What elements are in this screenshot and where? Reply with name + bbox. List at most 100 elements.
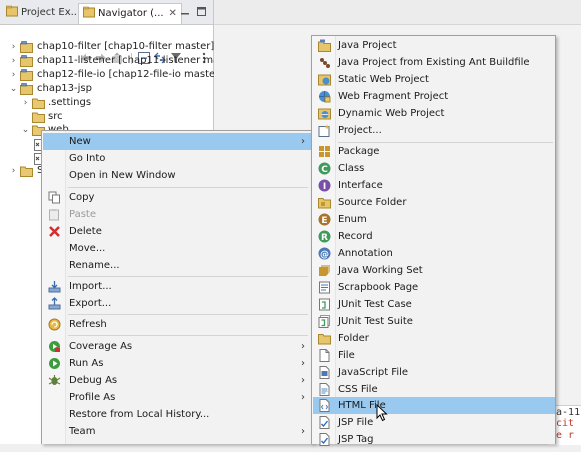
menu-item-delete[interactable]: Delete: [43, 223, 312, 240]
chevron-right-icon[interactable]: ›: [9, 40, 18, 54]
tab-project-explorer[interactable]: Project Ex...: [2, 3, 84, 24]
interface-icon: I: [318, 179, 331, 192]
jsp-tag-icon: [318, 433, 331, 446]
package-icon: [318, 145, 331, 158]
submenu-item-html-file[interactable]: HTML File: [313, 397, 555, 414]
menu-item-paste[interactable]: Paste: [43, 206, 312, 223]
menu-item-label: Debug As: [69, 375, 118, 386]
submenu-item-project[interactable]: Project...: [313, 122, 555, 139]
menu-item-label: Dynamic Web Project: [338, 108, 445, 119]
menu-item-rename[interactable]: Rename...: [43, 257, 312, 274]
menu-item-label: Record: [338, 231, 373, 242]
submenu-item-junit-test-suite[interactable]: JUnit Test Suite: [313, 313, 555, 330]
menu-item-label: JavaScript File: [338, 367, 409, 378]
junit-test-suite-icon: [318, 315, 331, 328]
menu-item-label: Folder: [338, 333, 369, 344]
menu-item-new[interactable]: New ›: [43, 133, 312, 150]
chevron-right-icon[interactable]: ›: [9, 68, 18, 82]
coverage-icon: [48, 340, 61, 353]
menu-item-label: Coverage As: [69, 341, 133, 352]
menu-item-coverage-as[interactable]: Coverage As ›: [43, 338, 312, 355]
submenu-item-file[interactable]: File: [313, 347, 555, 364]
menu-item-restore-from-local-history[interactable]: Restore from Local History...: [43, 406, 312, 423]
folder-icon: [318, 332, 331, 345]
svg-text:I: I: [323, 182, 326, 192]
menu-separator: [68, 314, 308, 315]
chevron-right-icon[interactable]: ›: [9, 54, 18, 68]
submenu-item-annotation[interactable]: @ Annotation: [313, 245, 555, 262]
submenu-item-jsp-tag[interactable]: JSP Tag: [313, 431, 555, 448]
maximize-icon[interactable]: [197, 7, 206, 16]
submenu-item-css-file[interactable]: CSS File: [313, 381, 555, 398]
submenu-item-enum[interactable]: E Enum: [313, 211, 555, 228]
tree-item-label: .settings: [48, 97, 92, 108]
web-fragment-icon: [318, 90, 331, 103]
submenu-item-jsp-file[interactable]: JSP File: [313, 414, 555, 431]
menu-item-label: Web Fragment Project: [338, 91, 449, 102]
menu-item-label: File: [338, 350, 355, 361]
svg-text:E: E: [321, 216, 327, 226]
source-folder-icon: [318, 196, 331, 209]
submenu-item-java-project-from-ant[interactable]: Java Project from Existing Ant Buildfile: [313, 54, 555, 71]
menu-item-run-as[interactable]: Run As ›: [43, 355, 312, 372]
menu-item-team[interactable]: Team ›: [43, 423, 312, 440]
junit-test-case-icon: [318, 298, 331, 311]
project-folder-icon: [20, 83, 33, 95]
submenu-item-java-working-set[interactable]: Java Working Set: [313, 262, 555, 279]
submenu-item-class[interactable]: C Class: [313, 160, 555, 177]
chevron-right-icon: ›: [301, 426, 305, 437]
chevron-right-icon[interactable]: ›: [9, 164, 18, 178]
menu-item-label: Team: [69, 426, 96, 437]
submenu-item-source-folder[interactable]: Source Folder: [313, 194, 555, 211]
menu-item-label: Profile As: [69, 392, 116, 403]
menu-item-open-in-new-window[interactable]: Open in New Window: [43, 167, 312, 184]
chevron-right-icon: ›: [301, 136, 305, 147]
menu-item-debug-as[interactable]: Debug As ›: [43, 372, 312, 389]
menu-item-export[interactable]: Export...: [43, 295, 312, 312]
class-icon: C: [318, 162, 331, 175]
menu-item-label: JUnit Test Suite: [338, 316, 413, 327]
menu-item-import[interactable]: Import...: [43, 278, 312, 295]
menu-item-copy[interactable]: Copy: [43, 189, 312, 206]
menu-item-refresh[interactable]: Refresh: [43, 316, 312, 333]
submenu-item-package[interactable]: Package: [313, 143, 555, 160]
delete-icon: [48, 225, 61, 238]
static-web-project-icon: [318, 73, 331, 86]
minimize-icon[interactable]: [181, 7, 190, 16]
submenu-item-junit-test-case[interactable]: JUnit Test Case: [313, 296, 555, 313]
javascript-file-icon: [318, 366, 331, 379]
scrapbook-icon: [318, 281, 331, 294]
submenu-item-static-web-project[interactable]: Static Web Project: [313, 71, 555, 88]
menu-item-label: Source Folder: [338, 197, 407, 208]
tree-item-label: chap12-file-io [chap12-file-io master]: [37, 69, 224, 80]
submenu-item-interface[interactable]: I Interface: [313, 177, 555, 194]
menu-item-label: JSP Tag: [338, 434, 374, 445]
submenu-item-javascript-file[interactable]: JavaScript File: [313, 364, 555, 381]
close-icon[interactable]: ✕: [169, 8, 177, 19]
menu-item-label: Export...: [69, 298, 112, 309]
menu-item-go-into[interactable]: Go Into: [43, 150, 312, 167]
menu-item-label: Class: [338, 163, 365, 174]
submenu-item-dynamic-web-project[interactable]: Dynamic Web Project: [313, 105, 555, 122]
svg-text:@: @: [320, 250, 329, 260]
html-file-icon: [318, 399, 331, 412]
menu-separator: [68, 276, 308, 277]
chevron-right-icon[interactable]: ›: [21, 96, 30, 110]
svg-text:C: C: [321, 165, 328, 175]
submenu-item-record[interactable]: R Record: [313, 228, 555, 245]
menu-item-profile-as[interactable]: Profile As ›: [43, 389, 312, 406]
tab-navigator[interactable]: Navigator (... ✕: [78, 3, 182, 24]
tree-item-label: chap10-filter [chap10-filter master]: [37, 41, 215, 52]
submenu-item-java-project[interactable]: Java Project: [313, 37, 555, 54]
menu-item-move[interactable]: Move...: [43, 240, 312, 257]
submenu-item-folder[interactable]: Folder: [313, 330, 555, 347]
new-submenu: Java Project Java Project from Existing …: [311, 35, 556, 446]
submenu-item-scrapbook-page[interactable]: Scrapbook Page: [313, 279, 555, 296]
project-folder-icon: [20, 41, 33, 53]
menu-item-label: Annotation: [338, 248, 393, 259]
chevron-down-icon[interactable]: ⌄: [9, 82, 18, 96]
menu-item-label: Enum: [338, 214, 367, 225]
chevron-down-icon[interactable]: ⌄: [21, 123, 30, 137]
submenu-item-web-fragment-project[interactable]: Web Fragment Project: [313, 88, 555, 105]
folder-icon: [20, 165, 33, 177]
